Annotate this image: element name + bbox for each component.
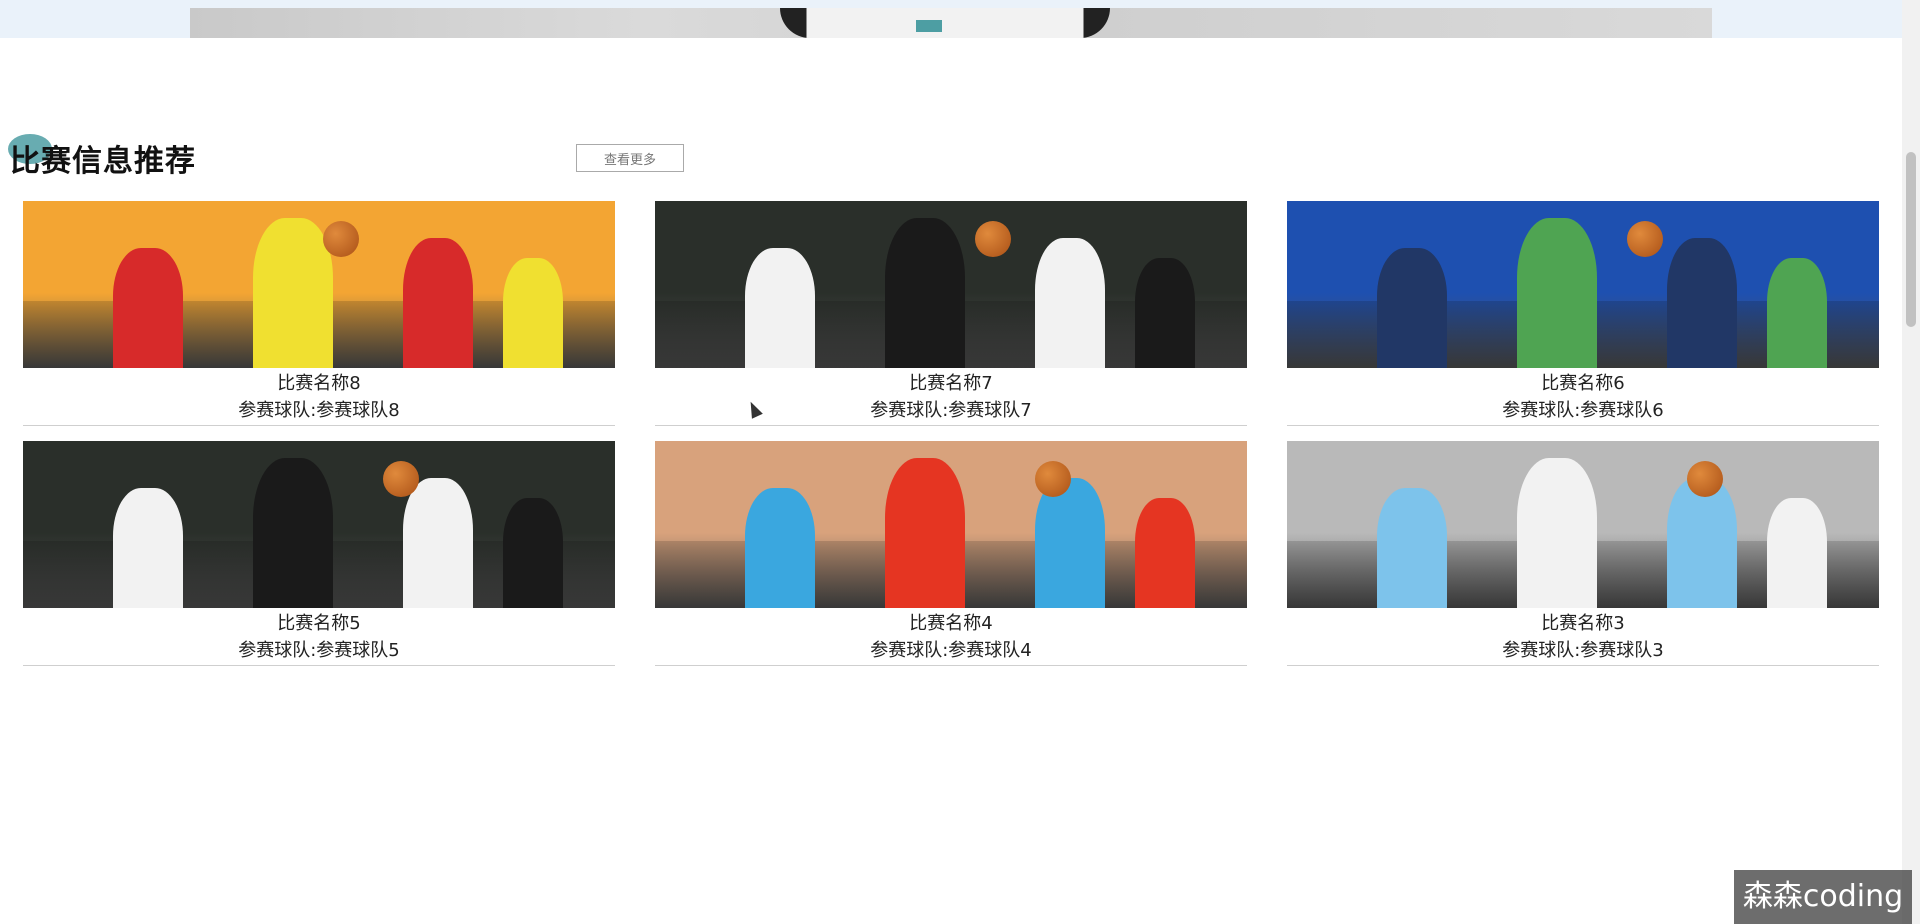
- match-name: 比赛名称6: [1541, 373, 1625, 394]
- basketball: [323, 221, 359, 257]
- match-image[interactable]: [1287, 201, 1879, 368]
- player-figure: [1667, 238, 1737, 368]
- section-title: 比赛信息推荐: [10, 144, 196, 179]
- player-figure: [113, 488, 183, 608]
- watermark: 森森coding: [1734, 870, 1912, 924]
- player-figure: [745, 488, 815, 608]
- match-image[interactable]: [23, 201, 615, 368]
- match-image[interactable]: [1287, 441, 1879, 608]
- player-figure: [503, 258, 563, 368]
- match-name: 比赛名称8: [277, 373, 361, 394]
- player-figure: [745, 248, 815, 368]
- vertical-scrollbar[interactable]: [1902, 0, 1920, 924]
- basketball: [1687, 461, 1723, 497]
- match-card[interactable]: 比赛名称3 参赛球队:参赛球队3: [1287, 441, 1879, 666]
- match-card[interactable]: 比赛名称6 参赛球队:参赛球队6: [1287, 201, 1879, 426]
- match-image[interactable]: [655, 441, 1247, 608]
- match-name: 比赛名称4: [909, 613, 993, 634]
- basketball: [1035, 461, 1071, 497]
- player-figure: [403, 478, 473, 608]
- match-team: 参赛球队:参赛球队6: [1502, 400, 1664, 421]
- match-team: 参赛球队:参赛球队5: [238, 640, 400, 661]
- player-figure: [1035, 478, 1105, 608]
- match-card[interactable]: 比赛名称4 参赛球队:参赛球队4: [655, 441, 1247, 666]
- match-image[interactable]: [655, 201, 1247, 368]
- player-figure: [1377, 488, 1447, 608]
- match-team: 参赛球队:参赛球队7: [870, 400, 1032, 421]
- player-figure: [253, 218, 333, 368]
- carousel-indicator[interactable]: [916, 20, 942, 32]
- player-figure: [1517, 458, 1597, 608]
- match-team: 参赛球队:参赛球队4: [870, 640, 1032, 661]
- player-figure: [885, 458, 965, 608]
- player-figure: [1767, 258, 1827, 368]
- player-figure: [1517, 218, 1597, 368]
- player-figure: [403, 238, 473, 368]
- basketball: [1627, 221, 1663, 257]
- banner-image[interactable]: [190, 8, 1712, 38]
- player-figure: [1135, 498, 1195, 608]
- match-card[interactable]: 比赛名称8 参赛球队:参赛球队8: [23, 201, 615, 426]
- player-figure: [1135, 258, 1195, 368]
- match-image[interactable]: [23, 441, 615, 608]
- basketball: [975, 221, 1011, 257]
- basketball: [383, 461, 419, 497]
- match-card[interactable]: 比赛名称7 参赛球队:参赛球队7: [655, 201, 1247, 426]
- banner-jersey: [780, 8, 1110, 38]
- match-name: 比赛名称3: [1541, 613, 1625, 634]
- player-figure: [885, 218, 965, 368]
- match-name: 比赛名称7: [909, 373, 993, 394]
- player-figure: [503, 498, 563, 608]
- match-team: 参赛球队:参赛球队8: [238, 400, 400, 421]
- match-team: 参赛球队:参赛球队3: [1502, 640, 1664, 661]
- view-more-button[interactable]: 查看更多: [576, 144, 684, 172]
- player-figure: [1667, 478, 1737, 608]
- scrollbar-thumb[interactable]: [1906, 152, 1916, 327]
- player-figure: [1767, 498, 1827, 608]
- match-card[interactable]: 比赛名称5 参赛球队:参赛球队5: [23, 441, 615, 666]
- player-figure: [1035, 238, 1105, 368]
- player-figure: [253, 458, 333, 608]
- player-figure: [1377, 248, 1447, 368]
- match-name: 比赛名称5: [277, 613, 361, 634]
- player-figure: [113, 248, 183, 368]
